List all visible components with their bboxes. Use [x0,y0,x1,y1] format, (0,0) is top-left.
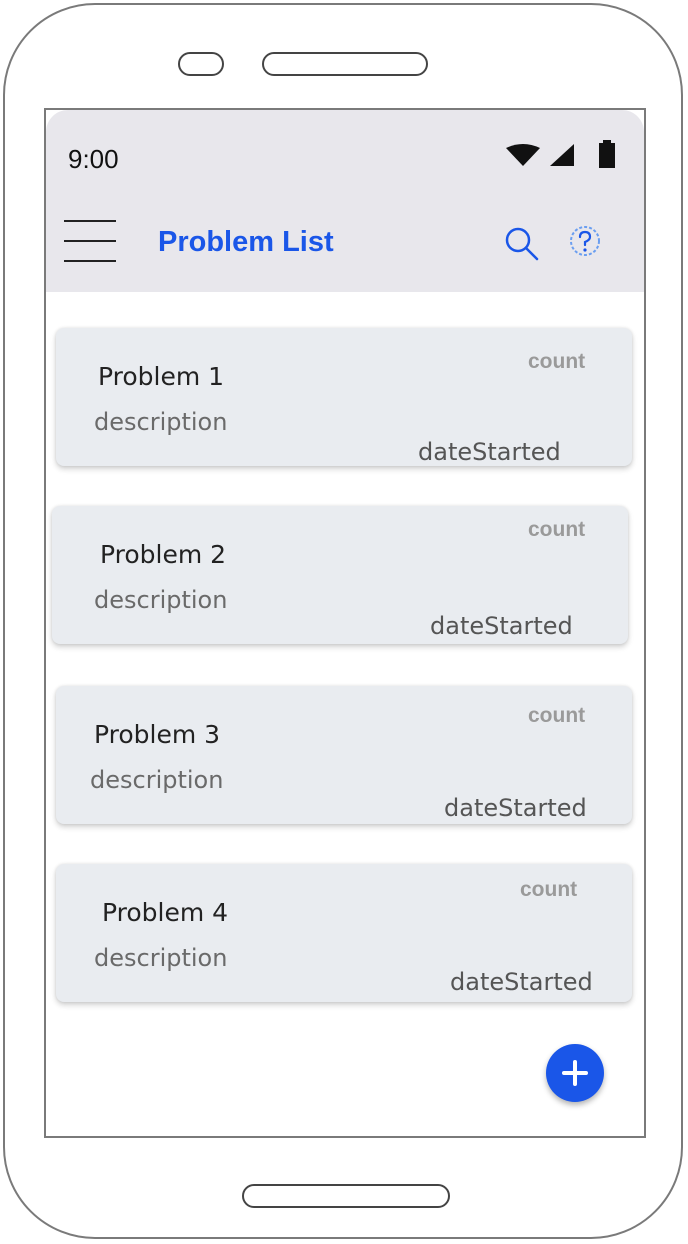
problem-title: Problem 4 [102,898,229,927]
phone-speaker [262,52,428,76]
problem-date: dateStarted [450,968,593,996]
problem-card[interactable]: Problem 4 description count dateStarted [56,864,632,1002]
problem-date: dateStarted [418,438,561,466]
help-icon[interactable] [568,224,602,258]
problem-description: description [90,766,224,794]
screen: 9:00 Problem List Problem 1 description … [44,108,646,1138]
battery-icon [599,140,615,168]
problem-card[interactable]: Problem 1 description count dateStarted [56,328,632,466]
problem-title: Problem 3 [94,720,221,749]
menu-icon[interactable] [64,220,116,264]
signal-icon [550,144,574,166]
problem-count: count [528,350,586,373]
phone-camera [178,52,224,76]
problem-title: Problem 1 [98,362,225,391]
problem-description: description [94,408,228,436]
problem-title: Problem 2 [100,540,227,569]
page-title: Problem List [158,226,334,258]
problem-count: count [528,518,586,541]
app-bar: 9:00 Problem List [46,110,644,292]
problem-description: description [94,586,228,614]
add-problem-button[interactable] [546,1044,604,1102]
problem-card[interactable]: Problem 3 description count dateStarted [56,686,632,824]
status-time: 9:00 [68,144,119,174]
problem-count: count [520,878,578,901]
home-button[interactable] [242,1184,450,1208]
problem-date: dateStarted [444,794,587,822]
search-icon[interactable] [504,226,540,262]
problem-count: count [528,704,586,727]
wifi-icon [506,144,540,166]
problem-card[interactable]: Problem 2 description count dateStarted [52,506,628,644]
problem-description: description [94,944,228,972]
problem-date: dateStarted [430,612,573,640]
